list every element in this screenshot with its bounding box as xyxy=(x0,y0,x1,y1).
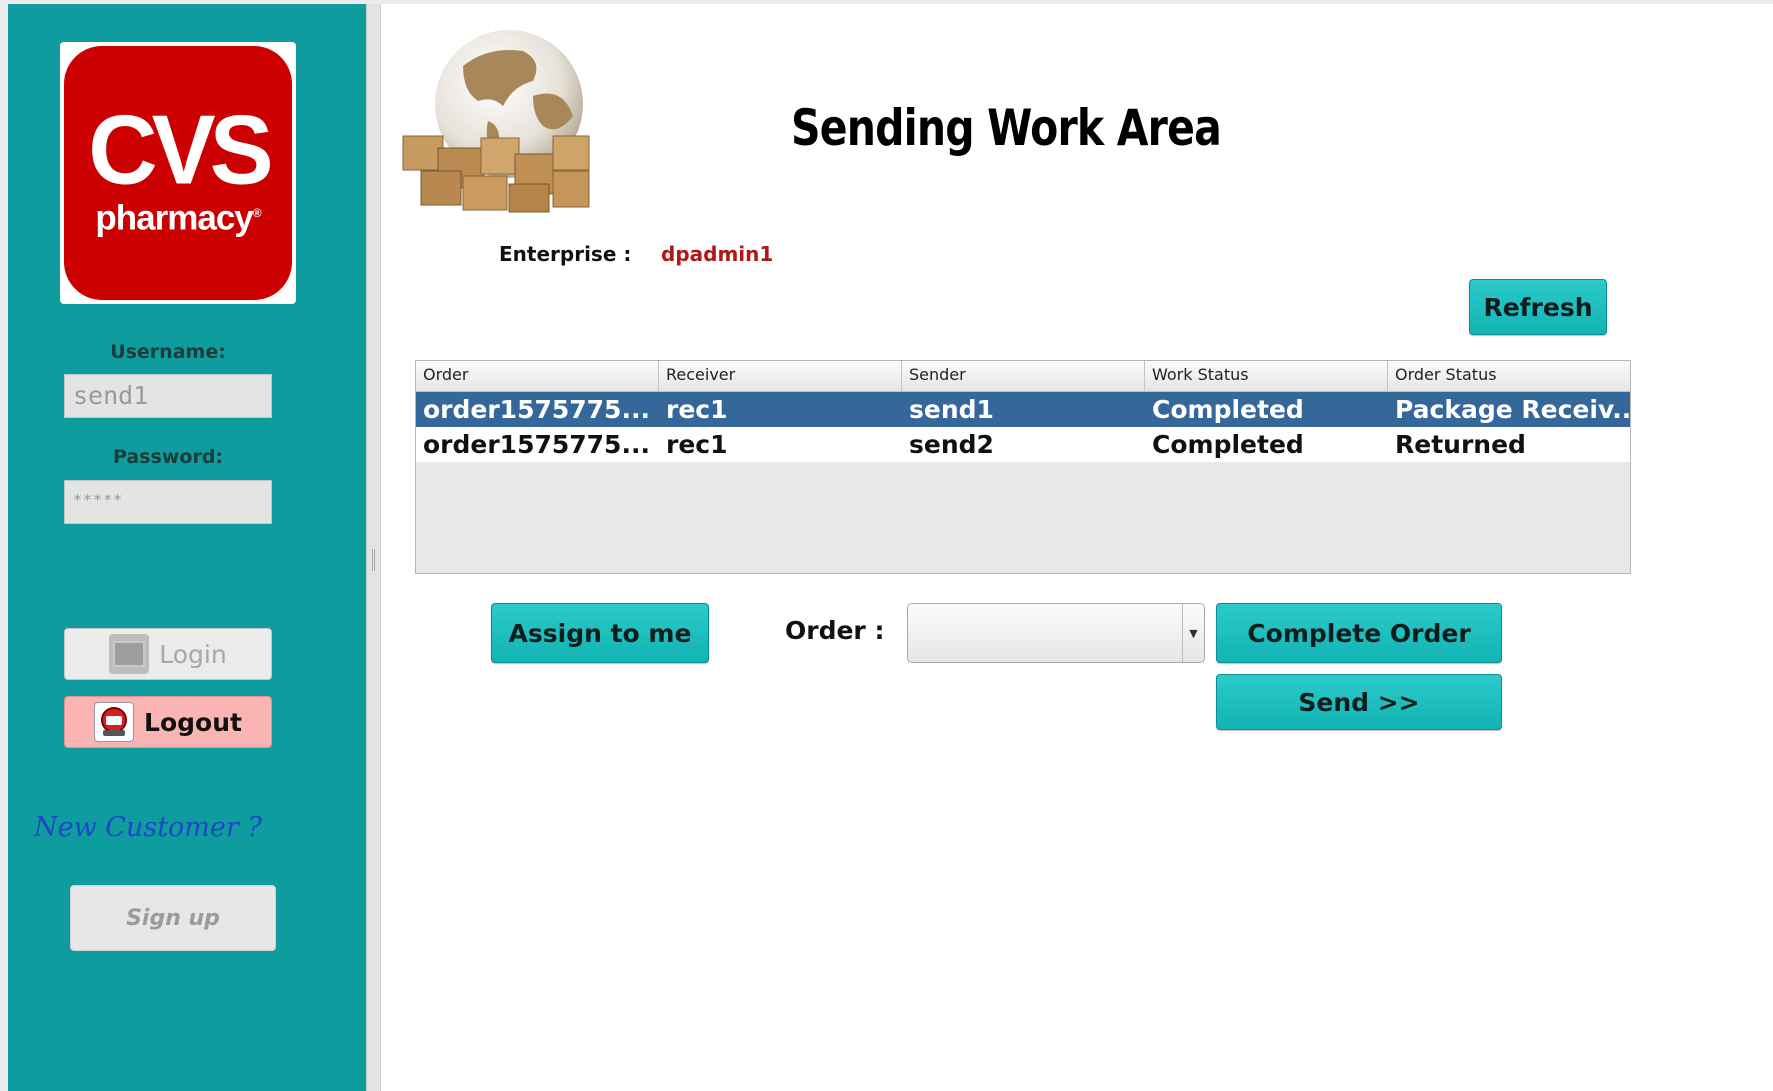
logout-icon-graphic xyxy=(101,707,128,736)
work-area-panel: Sending Work Area Enterprise : dpadmin1 … xyxy=(381,4,1773,1091)
cell-order: order1575775... xyxy=(423,395,650,424)
order-table[interactable]: Order Receiver Sender Work Status Order … xyxy=(415,360,1631,574)
logout-button[interactable]: Logout xyxy=(64,696,272,748)
send-button[interactable]: Send >> xyxy=(1216,674,1502,730)
chevron-down-icon[interactable]: ▼ xyxy=(1182,604,1204,662)
column-header-order[interactable]: Order xyxy=(416,361,659,391)
cell-work-status: Completed xyxy=(1152,430,1304,459)
logo-registered-mark: ® xyxy=(252,206,262,221)
login-label: Login xyxy=(159,639,227,669)
table-header: Order Receiver Sender Work Status Order … xyxy=(416,361,1630,392)
enterprise-value: dpadmin1 xyxy=(661,242,774,266)
assign-to-me-button[interactable]: Assign to me xyxy=(491,603,709,663)
login-button[interactable]: Login xyxy=(64,628,272,680)
logo-cvs-text: CVS xyxy=(88,96,273,206)
username-input[interactable]: send1 xyxy=(64,374,272,418)
logout-icon xyxy=(94,702,135,742)
cell-receiver: rec1 xyxy=(666,395,728,424)
cell-sender: send2 xyxy=(909,430,994,459)
order-label: Order : xyxy=(785,616,885,645)
column-header-sender[interactable]: Sender xyxy=(902,361,1145,391)
cell-order-status: Returned xyxy=(1395,430,1526,459)
table-row[interactable]: order1575775... rec1 send1 Completed Pac… xyxy=(416,392,1630,427)
logo-badge: CVS pharmacy® xyxy=(64,46,292,300)
cell-order-status: Package Receiv... xyxy=(1395,395,1630,424)
cell-receiver: rec1 xyxy=(666,430,728,459)
refresh-button[interactable]: Refresh xyxy=(1469,279,1607,335)
divider-grip xyxy=(372,549,375,571)
column-header-order-status[interactable]: Order Status xyxy=(1388,361,1630,391)
cell-work-status: Completed xyxy=(1152,395,1304,424)
complete-order-button[interactable]: Complete Order xyxy=(1216,603,1502,663)
column-header-receiver[interactable]: Receiver xyxy=(659,361,902,391)
cell-order: order1575775... xyxy=(423,430,650,459)
sidebar: CVS pharmacy® Username: send1 Password: … xyxy=(8,4,366,1091)
table-row[interactable]: order1575775... rec1 send2 Completed Ret… xyxy=(416,427,1630,462)
page-title: Sending Work Area xyxy=(791,99,1222,157)
signup-button[interactable]: Sign up xyxy=(70,885,276,951)
enterprise-label: Enterprise : xyxy=(499,242,632,266)
login-icon-shape xyxy=(113,641,146,667)
username-label: Username: xyxy=(110,341,226,363)
password-label: Password: xyxy=(112,446,224,468)
logout-label: Logout xyxy=(144,707,242,737)
cvs-pharmacy-logo: CVS pharmacy® xyxy=(60,42,296,304)
password-input[interactable]: ***** xyxy=(64,480,272,524)
globe-packages-icon xyxy=(402,30,590,213)
order-select[interactable]: ▼ xyxy=(907,603,1205,663)
login-icon xyxy=(109,634,150,674)
cell-sender: send1 xyxy=(909,395,994,424)
column-header-work-status[interactable]: Work Status xyxy=(1145,361,1388,391)
split-pane-divider[interactable] xyxy=(366,4,381,1091)
new-customer-link[interactable]: New Customer ? xyxy=(34,812,262,843)
